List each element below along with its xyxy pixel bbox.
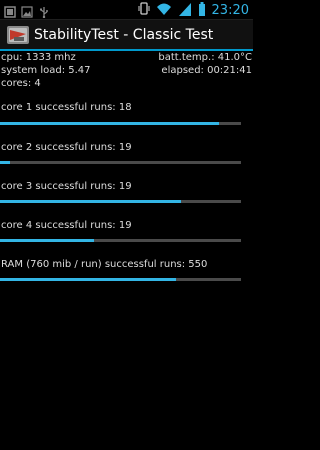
core-4-progress-fill	[0, 239, 94, 242]
action-bar: StabilityTest - Classic Test	[0, 20, 253, 51]
battery-temp-value: batt.temp.: 41.0°C	[158, 52, 252, 63]
signal-icon	[178, 1, 192, 21]
elapsed-value: elapsed: 00:21:41	[161, 65, 252, 76]
core-3-label: core 3 successful runs: 19	[1, 181, 132, 192]
core-3-progress-bar	[0, 200, 241, 203]
info-row-cores: cores: 4	[0, 78, 253, 91]
ram-label: RAM (760 mib / run) successful runs: 550	[1, 259, 208, 270]
core-1-label: core 1 successful runs: 18	[1, 102, 132, 113]
battery-icon	[198, 1, 206, 21]
status-bar-right-icons: 23:20	[138, 1, 249, 21]
app-title: StabilityTest - Classic Test	[34, 27, 214, 43]
core-4-progress-bar	[0, 239, 241, 242]
bottom-area	[0, 422, 253, 450]
core-4-label: core 4 successful runs: 19	[1, 220, 132, 231]
vibrate-icon	[138, 1, 150, 21]
core-2-progress-bar	[0, 161, 241, 164]
core-3-progress-fill	[0, 200, 181, 203]
core-1-progress-fill	[0, 122, 220, 125]
cores-value: cores: 4	[1, 78, 41, 89]
app-logo-icon[interactable]	[6, 24, 30, 46]
wifi-icon	[156, 1, 172, 21]
core-2-label: core 2 successful runs: 19	[1, 142, 132, 153]
ram-progress-fill	[0, 278, 176, 281]
status-bar: 23:20	[0, 0, 253, 20]
cpu-value: cpu: 1333 mhz	[1, 52, 76, 63]
ram-progress-bar	[0, 278, 241, 281]
info-row-cpu: cpu: 1333 mhz batt.temp.: 41.0°C	[0, 52, 253, 65]
info-row-load: system load: 5.47 elapsed: 00:21:41	[0, 65, 253, 78]
core-1-progress-bar	[0, 122, 241, 125]
info-panel: cpu: 1333 mhz batt.temp.: 41.0°C system …	[0, 52, 253, 91]
status-time: 23:20	[211, 3, 249, 18]
core-2-progress-fill	[0, 161, 10, 164]
system-load-value: system load: 5.47	[1, 65, 91, 76]
